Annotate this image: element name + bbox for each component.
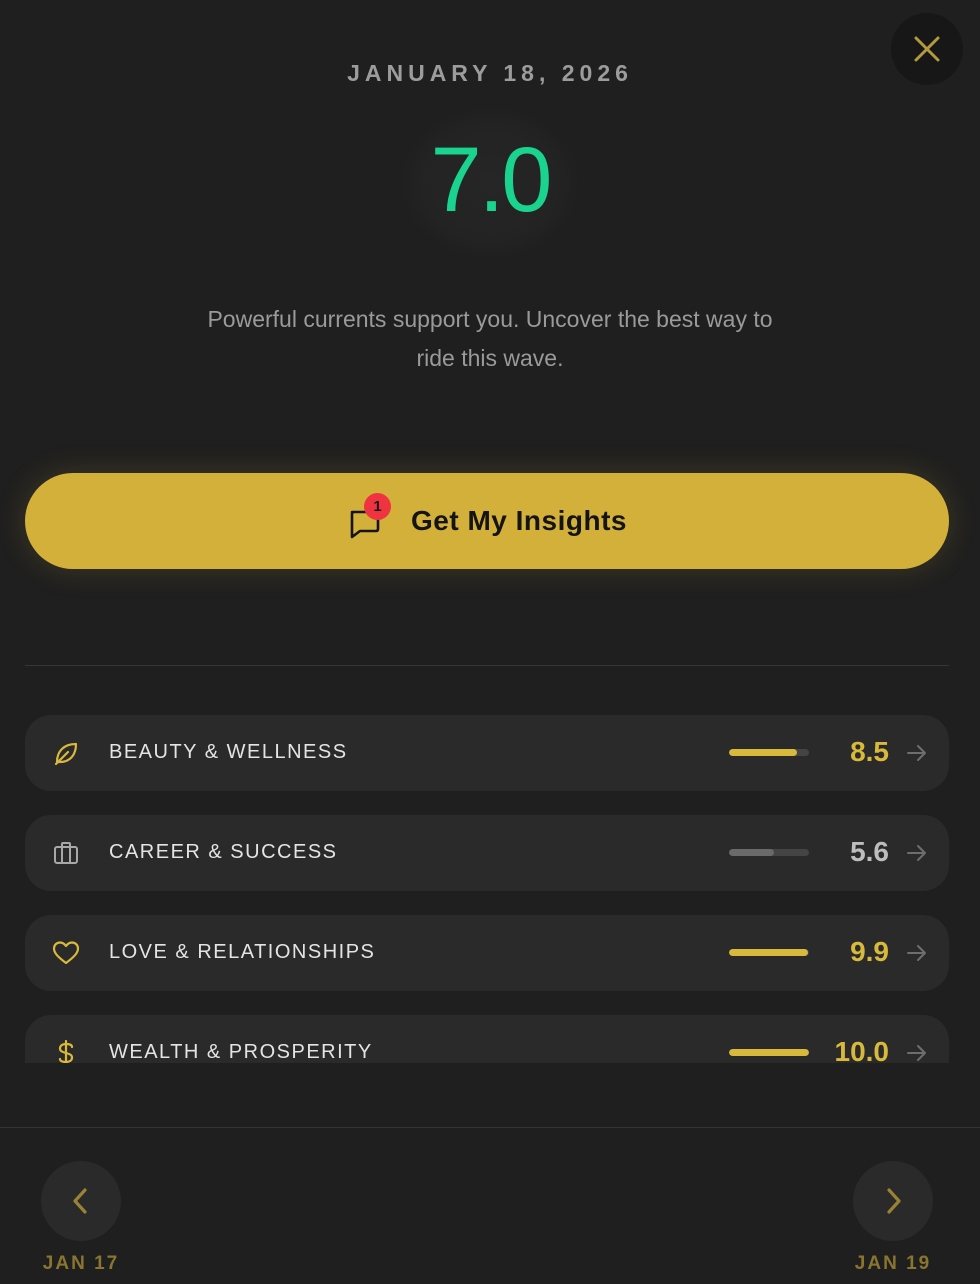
close-icon: [914, 36, 940, 62]
category-label: CAREER & SUCCESS: [109, 841, 338, 863]
arrow-right-icon: [907, 745, 926, 761]
next-day-button[interactable]: [853, 1161, 933, 1241]
category-progress-fill: [729, 949, 809, 956]
category-progress-bar: [729, 849, 809, 856]
category-row-love-relationships[interactable]: LOVE & RELATIONSHIPS 9.9: [25, 915, 949, 991]
category-progress-fill: [729, 1049, 809, 1056]
previous-day-label: JAN 17: [42, 1253, 120, 1274]
heart-icon: [52, 939, 80, 967]
category-row-career-success[interactable]: CAREER & SUCCESS 5.6: [25, 815, 949, 891]
category-row-beauty-wellness[interactable]: BEAUTY & WELLNESS 8.5: [25, 715, 949, 791]
insights-button-label: Get My Insights: [411, 505, 627, 536]
category-progress-fill: [729, 749, 797, 756]
briefcase-icon: [52, 839, 80, 867]
date-title: JANUARY 18, 2026: [347, 60, 633, 86]
chevron-right-icon: [887, 1188, 901, 1214]
category-progress-bar: [729, 949, 809, 956]
category-label: BEAUTY & WELLNESS: [109, 741, 348, 763]
section-divider: [25, 665, 949, 666]
category-row-wealth-prosperity[interactable]: WEALTH & PROSPERITY 10.0: [25, 1015, 949, 1063]
insights-button-content: 1 Get My Insights: [347, 493, 627, 540]
category-list[interactable]: BEAUTY & WELLNESS 8.5 CAREER & SUCCESS 5…: [25, 715, 949, 1063]
score-description: Powerful currents support you. Uncover t…: [207, 306, 773, 371]
category-progress-bar: [729, 749, 809, 756]
dollar-icon: [52, 1039, 80, 1063]
bottom-divider: [0, 1127, 980, 1128]
notification-badge: 1: [364, 493, 392, 520]
chevron-left-icon: [73, 1188, 87, 1214]
next-day-label: JAN 19: [854, 1253, 932, 1274]
category-label: WEALTH & PROSPERITY: [109, 1041, 373, 1063]
category-score: 9.9: [850, 936, 889, 967]
category-progress-bar: [729, 1049, 809, 1056]
overall-score: 7.0: [430, 129, 553, 231]
arrow-right-icon: [907, 845, 926, 861]
category-score: 8.5: [850, 736, 889, 767]
category-progress-fill: [729, 849, 774, 856]
category-score: 5.6: [850, 836, 889, 867]
get-insights-button[interactable]: 1 Get My Insights: [25, 473, 949, 569]
category-score: 10.0: [834, 1036, 890, 1063]
arrow-right-icon: [907, 1045, 926, 1061]
leaf-icon: [52, 739, 80, 767]
category-label: LOVE & RELATIONSHIPS: [109, 941, 376, 963]
previous-day-button[interactable]: [41, 1161, 121, 1241]
chat-icon-wrapper: 1: [347, 493, 392, 540]
arrow-right-icon: [907, 945, 926, 961]
